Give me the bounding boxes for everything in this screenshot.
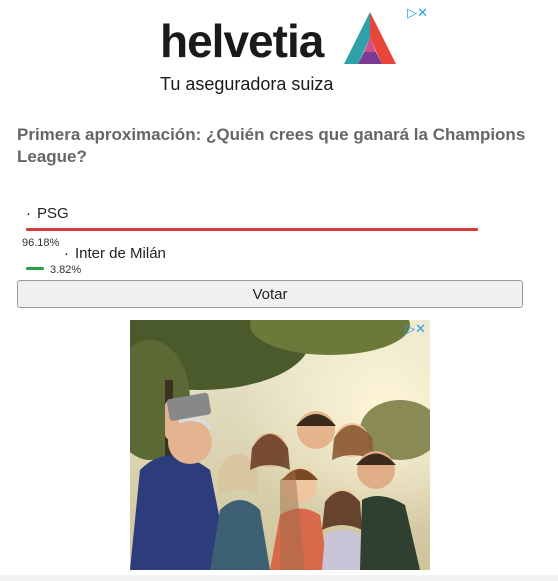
poll-question: Primera aproximación: ¿Quién crees que g… [17, 125, 526, 166]
option-label: PSG [37, 205, 69, 222]
option-bar-psg [26, 228, 478, 231]
poll-option-psg[interactable]: · PSG [26, 205, 69, 223]
option-percent-inter: 3.82% [50, 264, 82, 276]
page-bottom-divider [0, 575, 558, 581]
bullet-icon: · [64, 245, 69, 262]
option-bar-inter [26, 267, 44, 270]
brand-name: helvetia [160, 15, 324, 67]
option-percent-psg: 96.18% [22, 237, 60, 249]
helvetia-logo-icon [344, 12, 396, 64]
family-selfie-image [130, 320, 430, 570]
bullet-icon: · [26, 205, 31, 222]
ad-choices-icon[interactable]: ▷✕ [407, 6, 428, 19]
ad-choices-icon[interactable]: ▷✕ [405, 322, 426, 335]
brand-tagline: Tu aseguradora suiza [160, 74, 334, 94]
helvetia-ad[interactable]: helvetia Tu aseguradora suiza ▷✕ [150, 4, 432, 98]
poll-option-inter[interactable]: · Inter de Milán [64, 245, 166, 263]
vote-button[interactable]: Votar [17, 280, 523, 308]
family-photo-ad[interactable]: ▷✕ [130, 320, 430, 570]
option-label: Inter de Milán [75, 245, 166, 262]
